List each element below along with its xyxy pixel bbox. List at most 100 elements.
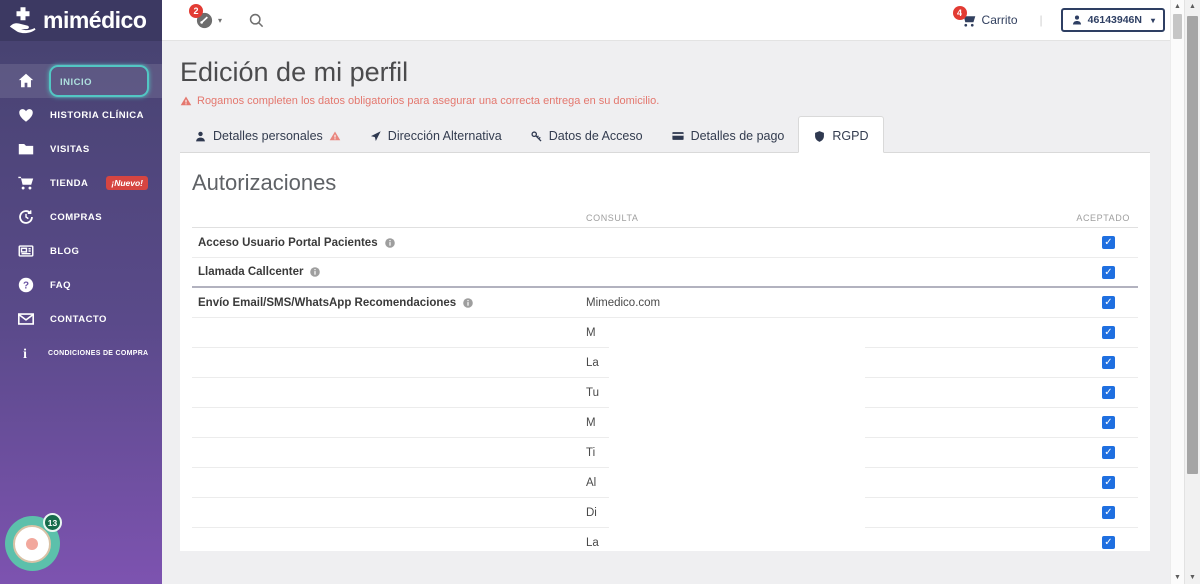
chat-widget-button[interactable]: 13 <box>5 516 60 571</box>
table-row: Envío Email/SMS/WhatsApp Recomendaciones… <box>192 288 1138 318</box>
cart-icon <box>17 174 35 192</box>
info-icon[interactable] <box>309 266 321 278</box>
accepted-checkbox[interactable]: ✓ <box>1102 386 1115 399</box>
sidebar: mimédico INICIO HISTORIA CLÍNICA VISITAS… <box>0 0 162 584</box>
account-id: 46143946N <box>1088 14 1142 26</box>
sidebar-nav: INICIO HISTORIA CLÍNICA VISITAS TIENDA ¡… <box>0 64 162 370</box>
main-content: Edición de mi perfil Rogamos completen l… <box>162 41 1170 584</box>
tab-rgpd[interactable]: RGPD <box>798 116 883 153</box>
authorization-label: Llamada Callcenter <box>192 266 582 278</box>
info-icon: i <box>17 345 33 361</box>
sidebar-item-blog[interactable]: BLOG <box>0 234 162 268</box>
page-scrollbar[interactable]: ▲ ▼ <box>1184 0 1200 584</box>
accepted-checkbox[interactable]: ✓ <box>1102 236 1115 249</box>
consulta-value: Mimedico.com <box>582 297 1046 309</box>
warning-icon <box>180 95 192 107</box>
sidebar-item-faq[interactable]: ? FAQ <box>0 268 162 302</box>
inner-scrollbar[interactable]: ▲ ▼ <box>1170 0 1184 584</box>
column-header-consulta: CONSULTA <box>582 213 1046 223</box>
tab-bar: Detalles personales Dirección Alternativ… <box>180 116 1150 153</box>
accepted-checkbox[interactable]: ✓ <box>1102 266 1115 279</box>
tab-label: Datos de Acceso <box>549 129 643 143</box>
table-row: Llamada Callcenter ✓ <box>192 258 1138 288</box>
sidebar-item-label: CONTACTO <box>50 314 107 325</box>
svg-text:?: ? <box>23 281 29 292</box>
notifications-count-badge: 2 <box>189 4 203 18</box>
blank-overlay <box>609 318 865 551</box>
credit-card-icon <box>671 129 685 143</box>
accepted-checkbox[interactable]: ✓ <box>1102 356 1115 369</box>
scroll-down-arrow[interactable]: ▼ <box>1171 574 1184 581</box>
sidebar-item-inicio[interactable]: INICIO <box>0 64 162 98</box>
sidebar-item-label: CONDICIONES DE COMPRA <box>48 350 148 357</box>
sidebar-item-tienda[interactable]: TIENDA ¡Nuevo! <box>0 166 162 200</box>
accepted-checkbox[interactable]: ✓ <box>1102 506 1115 519</box>
user-icon <box>1071 14 1083 26</box>
search-button[interactable] <box>248 12 265 29</box>
rgpd-panel: Autorizaciones CONSULTA ACEPTADO Acceso … <box>180 153 1150 551</box>
section-title: Autorizaciones <box>192 153 1138 196</box>
topbar: 2 ▾ 4 Carrito | 46143946N ▾ <box>162 0 1170 41</box>
scroll-up-arrow[interactable]: ▲ <box>1185 3 1200 10</box>
brand-name: mimédico <box>43 7 146 34</box>
info-icon[interactable] <box>462 297 474 309</box>
sidebar-item-visitas[interactable]: VISITAS <box>0 132 162 166</box>
scroll-down-arrow[interactable]: ▼ <box>1185 574 1200 581</box>
shield-icon <box>813 130 826 143</box>
tab-datos-de-acceso[interactable]: Datos de Acceso <box>516 119 657 152</box>
question-icon: ? <box>17 276 35 294</box>
sidebar-item-label: INICIO <box>60 77 92 88</box>
app-window: mimédico INICIO HISTORIA CLÍNICA VISITAS… <box>0 0 1200 584</box>
location-arrow-icon <box>369 130 382 143</box>
home-icon <box>17 72 35 90</box>
sidebar-item-condiciones-de-compra[interactable]: i CONDICIONES DE COMPRA <box>0 336 162 370</box>
info-icon[interactable] <box>384 237 396 249</box>
warning-text: Rogamos completen los datos obligatorios… <box>197 95 659 107</box>
focus-ring: INICIO <box>49 65 149 97</box>
accepted-checkbox[interactable]: ✓ <box>1102 326 1115 339</box>
caret-down-icon: ▾ <box>218 16 222 25</box>
cart-label: Carrito <box>982 13 1018 27</box>
tab-detalles-personales[interactable]: Detalles personales <box>180 119 355 152</box>
tab-label: Detalles de pago <box>691 129 785 143</box>
sidebar-item-contacto[interactable]: CONTACTO <box>0 302 162 336</box>
page-warning: Rogamos completen los datos obligatorios… <box>180 95 1170 107</box>
page-scrollbar-thumb[interactable] <box>1187 16 1198 474</box>
page-title: Edición de mi perfil <box>180 57 1170 88</box>
user-icon <box>194 130 207 143</box>
tab-direccion-alternativa[interactable]: Dirección Alternativa <box>355 119 516 152</box>
key-icon <box>530 130 543 143</box>
app-logo[interactable]: mimédico <box>0 0 162 41</box>
account-menu-button[interactable]: 46143946N ▾ <box>1061 8 1165 32</box>
sidebar-item-historia-clinica[interactable]: HISTORIA CLÍNICA <box>0 98 162 132</box>
accepted-checkbox[interactable]: ✓ <box>1102 476 1115 489</box>
tab-detalles-de-pago[interactable]: Detalles de pago <box>657 119 799 152</box>
sidebar-item-label: BLOG <box>50 246 79 257</box>
search-icon <box>248 12 265 29</box>
accepted-checkbox[interactable]: ✓ <box>1102 536 1115 549</box>
sidebar-item-label: FAQ <box>50 280 71 291</box>
table-row: Acceso Usuario Portal Pacientes ✓ <box>192 228 1138 258</box>
table-header-row: CONSULTA ACEPTADO <box>192 208 1138 228</box>
notifications-button[interactable]: 2 ▾ <box>195 11 222 30</box>
cart-button[interactable]: 4 Carrito <box>960 12 1018 29</box>
sidebar-item-label: VISITAS <box>50 144 90 155</box>
sidebar-item-label: COMPRAS <box>50 212 102 223</box>
envelope-icon <box>17 310 35 328</box>
history-icon <box>17 208 35 226</box>
folder-icon <box>17 140 35 158</box>
nuevo-badge: ¡Nuevo! <box>106 176 148 190</box>
hand-cross-logo-icon <box>8 6 38 36</box>
svg-text:i: i <box>23 346 27 361</box>
accepted-checkbox[interactable]: ✓ <box>1102 296 1115 309</box>
tab-label: Dirección Alternativa <box>388 129 502 143</box>
inner-scrollbar-thumb[interactable] <box>1173 14 1182 39</box>
accepted-checkbox[interactable]: ✓ <box>1102 446 1115 459</box>
sidebar-item-label: HISTORIA CLÍNICA <box>50 110 144 121</box>
accepted-checkbox[interactable]: ✓ <box>1102 416 1115 429</box>
authorization-label: Acceso Usuario Portal Pacientes <box>192 237 582 249</box>
scroll-up-arrow[interactable]: ▲ <box>1171 3 1184 10</box>
sidebar-item-compras[interactable]: COMPRAS <box>0 200 162 234</box>
tab-label: Detalles personales <box>213 129 323 143</box>
topbar-divider: | <box>1040 13 1043 27</box>
